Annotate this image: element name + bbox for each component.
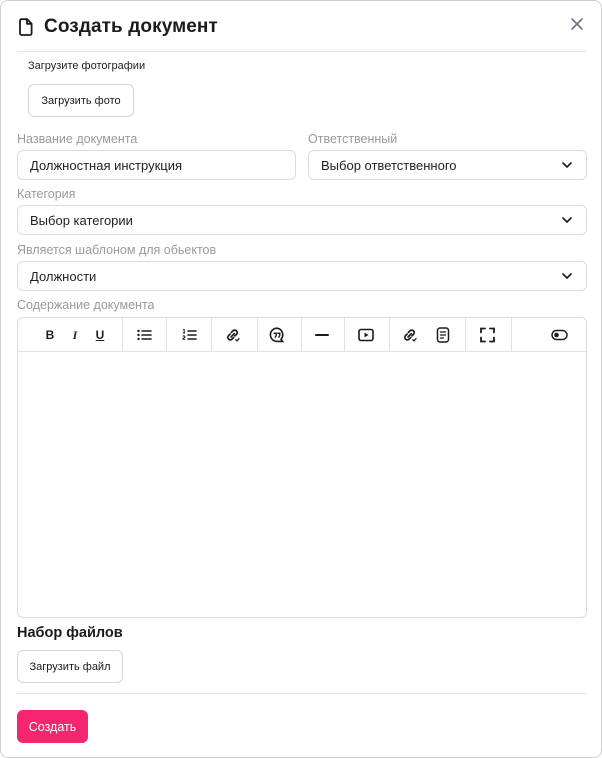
- template-value: Должности: [30, 268, 97, 284]
- toolbar-divider: [122, 318, 123, 352]
- header-divider: [17, 51, 587, 52]
- toolbar-divider: [257, 318, 258, 352]
- rich-text-editor: B I U: [17, 317, 587, 618]
- responsible-value: Выбор ответственного: [321, 157, 457, 173]
- dialog-header: Создать документ: [1, 1, 601, 51]
- editor-content-area[interactable]: [18, 352, 586, 617]
- underline-icon[interactable]: U: [94, 327, 106, 343]
- toggle-icon[interactable]: [551, 327, 568, 343]
- create-button[interactable]: Создать: [17, 710, 88, 743]
- toolbar-divider: [211, 318, 212, 352]
- toolbar-divider: [511, 318, 512, 352]
- toolbar-divider: [465, 318, 466, 352]
- horizontal-rule-icon[interactable]: [315, 327, 329, 343]
- create-document-dialog: Создать документ Загрузите фотографии За…: [0, 0, 602, 758]
- editor-toolbar: B I U: [18, 318, 586, 352]
- template-label: Является шаблоном для обьектов: [17, 243, 217, 257]
- responsible-select[interactable]: Выбор ответственного: [308, 150, 587, 180]
- toolbar-divider: [166, 318, 167, 352]
- template-select[interactable]: Должности: [17, 261, 587, 291]
- link-icon[interactable]: [224, 327, 241, 343]
- chevron-down-icon: [562, 162, 572, 168]
- toolbar-divider: [301, 318, 302, 352]
- footer-divider: [17, 693, 587, 694]
- chevron-down-icon: [562, 273, 572, 279]
- bold-icon[interactable]: B: [44, 327, 56, 343]
- doc-name-input[interactable]: Должностная инструкция: [17, 150, 296, 180]
- upload-photo-button[interactable]: Загрузить фото: [28, 84, 134, 117]
- dialog-title: Создать документ: [44, 16, 218, 37]
- video-icon[interactable]: [358, 327, 374, 343]
- fullscreen-icon[interactable]: [480, 327, 495, 343]
- upload-photos-label: Загрузите фотографии: [28, 60, 146, 72]
- category-select[interactable]: Выбор категории: [17, 205, 587, 235]
- responsible-label: Ответственный: [308, 132, 398, 146]
- files-section-title: Набор файлов: [17, 625, 123, 641]
- document-embed-icon[interactable]: [436, 327, 450, 343]
- content-label: Содержание документа: [17, 298, 155, 312]
- bullet-list-icon[interactable]: [136, 327, 152, 343]
- toolbar-divider: [344, 318, 345, 352]
- category-label: Категория: [17, 187, 76, 201]
- quote-icon[interactable]: [269, 327, 285, 343]
- italic-icon[interactable]: I: [69, 327, 81, 343]
- close-icon[interactable]: [569, 16, 585, 32]
- chevron-down-icon: [562, 217, 572, 223]
- link-alt-icon[interactable]: [401, 327, 418, 343]
- doc-name-label: Название документа: [17, 132, 138, 146]
- document-icon: [19, 18, 33, 36]
- doc-name-value: Должностная инструкция: [30, 157, 183, 173]
- category-value: Выбор категории: [30, 212, 133, 228]
- numbered-list-icon[interactable]: [181, 327, 197, 343]
- toolbar-divider: [389, 318, 390, 352]
- upload-file-button[interactable]: Загрузить файл: [17, 650, 123, 683]
